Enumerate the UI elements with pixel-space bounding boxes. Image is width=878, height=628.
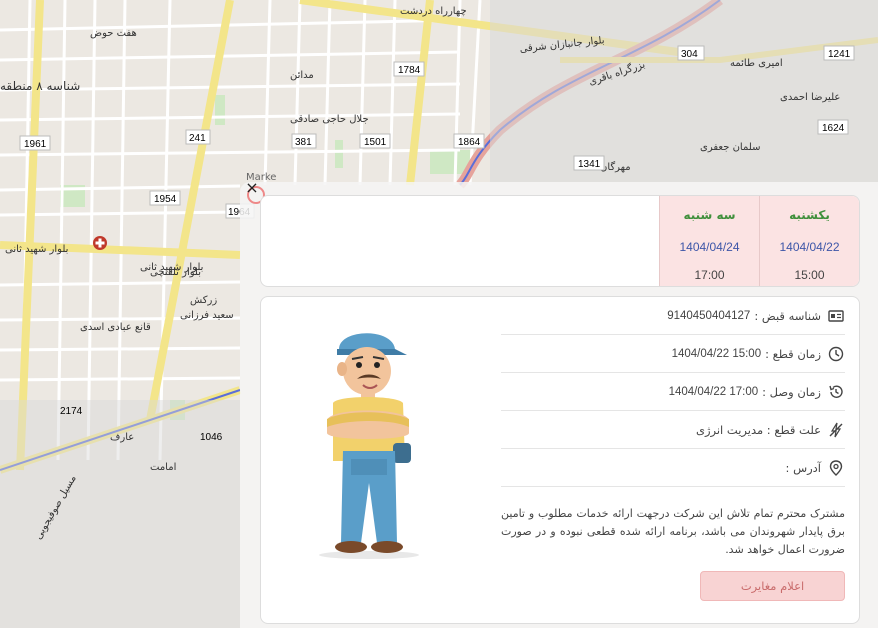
day-name: سه شنبه — [683, 208, 736, 222]
map-street-label: هفت حوض — [90, 28, 137, 39]
svg-text:241: 241 — [189, 133, 206, 144]
map-badge: 1954 — [149, 190, 181, 206]
days-empty-area — [261, 196, 659, 286]
day-time: 17:00 — [694, 268, 725, 282]
reason-row: علت قطع : مدیریت انرژی — [501, 411, 845, 449]
map-badge: 1864 — [453, 133, 485, 149]
map-badge: 381 — [291, 133, 317, 149]
map-badge: 1501 — [359, 133, 391, 149]
map-street-label: سلمان جعفری — [700, 142, 760, 153]
id-card-icon — [827, 307, 845, 325]
map-badge: 241 — [185, 129, 211, 145]
day-date: 1404/04/24 — [679, 240, 740, 254]
connect-time-label: زمان وصل : — [762, 384, 821, 399]
map-street-label: مدائن — [290, 70, 314, 81]
day-name: یکشنبه — [789, 208, 830, 222]
hospital-icon — [93, 236, 107, 250]
map-street-label: چهارراه دردشت — [400, 6, 467, 17]
map-street-label: جلال حاجی صادقی — [290, 114, 369, 125]
map-street-label: امیری طائمه — [730, 58, 783, 69]
day-time: 15:00 — [794, 268, 825, 282]
history-icon — [827, 383, 845, 401]
reason-label: علت قطع : مدیریت انرژی — [695, 422, 821, 437]
day-card[interactable]: سه شنبه 1404/04/24 17:00 — [659, 196, 759, 286]
worker-illustration — [297, 311, 447, 559]
notice-message: مشترک محترم تمام تلاش این شرکت درجهت ارا… — [501, 507, 845, 556]
map-street-label: سعید فرزانی — [180, 310, 234, 321]
svg-text:1501: 1501 — [364, 137, 387, 148]
address-row: آدرس : — [501, 449, 845, 487]
svg-text:1961: 1961 — [24, 139, 47, 150]
cut-time-value: 1404/04/22 15:00 — [671, 347, 762, 360]
map-district-label: شناسه ۸ منطقه — [0, 79, 80, 93]
svg-text:1241: 1241 — [828, 49, 851, 60]
map-badge: 1961 — [19, 135, 51, 151]
clock-icon — [827, 345, 845, 363]
svg-text:1341: 1341 — [578, 159, 601, 170]
map-badge: 1046 — [200, 432, 223, 443]
map-badge: 1241 — [823, 45, 855, 61]
outage-days-strip: یکشنبه 1404/04/22 15:00 سه شنبه 1404/04/… — [260, 195, 860, 287]
close-icon[interactable]: × — [244, 180, 260, 196]
map-street-label: زرکش — [190, 295, 217, 306]
map-badge: 2174 — [60, 406, 83, 417]
map-badge: 1341 — [573, 155, 605, 171]
bill-id-value: 9140450404127 — [667, 309, 751, 322]
report-discrepancy-button[interactable]: اعلام مغایرت — [700, 571, 845, 601]
address-label: آدرس : — [785, 460, 821, 475]
bill-id-label: شناسه قبض : — [754, 308, 821, 323]
svg-text:1046: 1046 — [200, 432, 223, 443]
svg-text:1784: 1784 — [398, 65, 421, 76]
no-power-icon — [827, 421, 845, 439]
map-street-label: بلوار تلفنچی — [150, 267, 201, 278]
map-badge: 1784 — [393, 61, 425, 77]
outage-info-list: شناسه قبض : 9140450404127 زمان قطع : 140… — [501, 297, 845, 487]
day-card[interactable]: یکشنبه 1404/04/22 15:00 — [759, 196, 859, 286]
map-badge: 1624 — [817, 119, 849, 135]
svg-text:2174: 2174 — [60, 406, 83, 417]
map-street-label: بلوار شهید ثانی — [5, 244, 68, 255]
cut-time-label: زمان قطع : — [765, 346, 821, 361]
location-pin-icon — [827, 459, 845, 477]
bill-id-row: شناسه قبض : 9140450404127 — [501, 297, 845, 335]
connect-time-value: 1404/04/22 17:00 — [668, 385, 759, 398]
map-street-label: قانع عبادی اسدی — [80, 322, 151, 333]
map-street-label: مهرگان — [600, 161, 631, 173]
svg-text:381: 381 — [295, 137, 312, 148]
svg-text:1954: 1954 — [154, 194, 177, 205]
svg-text:1864: 1864 — [458, 137, 481, 148]
svg-text:1624: 1624 — [822, 123, 845, 134]
map-street-label: عارف — [110, 432, 134, 443]
cut-time-row: زمان قطع : 1404/04/22 15:00 — [501, 335, 845, 373]
map-badge: 304 — [677, 45, 705, 61]
day-date: 1404/04/22 — [779, 240, 840, 254]
svg-text:304: 304 — [681, 49, 698, 60]
map-street-label: امامت — [150, 462, 176, 473]
outage-detail-card: شناسه قبض : 9140450404127 زمان قطع : 140… — [260, 296, 860, 624]
map-street-label: علیرضا احمدی — [780, 92, 840, 103]
connect-time-row: زمان وصل : 1404/04/22 17:00 — [501, 373, 845, 411]
